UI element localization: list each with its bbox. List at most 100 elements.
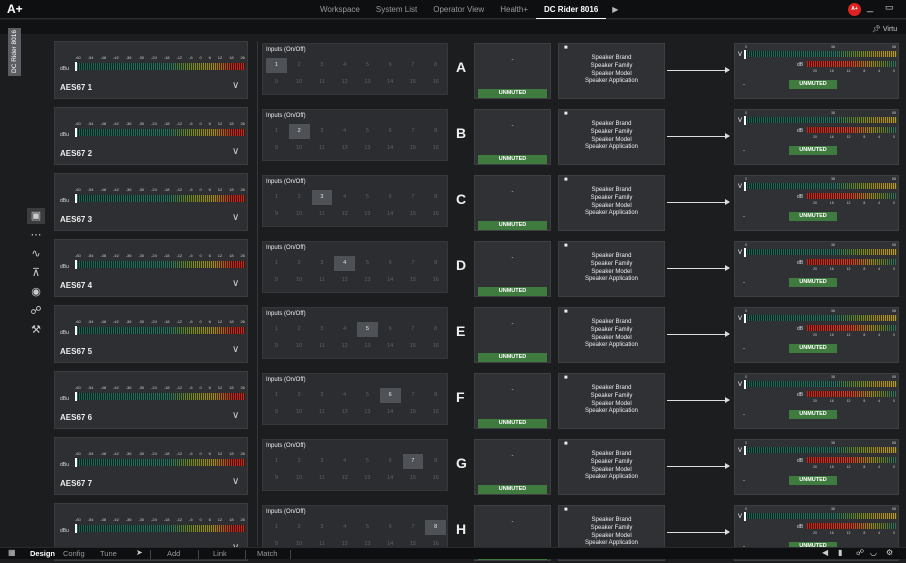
nav-workspace[interactable]: Workspace [312,0,368,19]
input-toggle[interactable]: 2 [289,58,310,73]
unmuted-button[interactable]: UNMUTED [478,353,547,362]
chevron-down-icon[interactable]: ∨ [232,278,239,289]
input-toggle[interactable]: 7 [403,322,424,337]
input-toggle[interactable]: 15 [403,207,424,222]
input-toggle[interactable]: 13 [357,207,378,222]
chevron-down-icon[interactable]: ∨ [232,344,239,355]
input-toggle[interactable]: 13 [357,141,378,156]
input-toggle[interactable]: 8 [425,256,446,271]
input-toggle[interactable]: 11 [312,405,333,420]
input-toggle[interactable]: 8 [425,388,446,403]
input-toggle[interactable]: 5 [357,388,378,403]
restore-button[interactable]: ▭ [885,2,894,13]
tab-config[interactable]: Config [63,549,85,558]
input-toggle[interactable]: 3 [312,124,333,139]
input-toggle[interactable]: 5 [357,454,378,469]
chevron-down-icon[interactable]: ∨ [232,410,239,421]
input-toggle[interactable]: 4 [334,520,355,535]
input-toggle[interactable]: 10 [289,207,310,222]
input-toggle[interactable]: 3 [312,388,333,403]
input-toggle[interactable]: 7 [403,388,424,403]
input-toggle[interactable]: 13 [357,405,378,420]
tab-tune[interactable]: Tune [100,549,117,558]
speaker-panel[interactable]: ■ Speaker Brand Speaker Family Speaker Mode… [558,439,665,495]
input-toggle[interactable]: 9 [266,273,287,288]
input-toggle[interactable]: 16 [425,471,446,486]
input-toggle[interactable]: 11 [312,141,333,156]
input-toggle[interactable]: 6 [380,454,401,469]
speaker-panel[interactable]: ■ Speaker Brand Speaker Family Speaker Mode… [558,43,665,99]
chevron-down-icon[interactable]: ∨ [232,146,239,157]
input-toggle[interactable]: 8 [425,520,446,535]
input-toggle[interactable]: 11 [312,471,333,486]
pointer-icon[interactable]: ➤ [136,548,143,557]
input-toggle[interactable]: 12 [334,471,355,486]
input-toggle[interactable]: 3 [312,520,333,535]
output-unmuted-button[interactable]: UNMUTED [789,410,837,419]
aes-input-panel[interactable]: -60 -54 -48 -42 -36 -30 -24 -18 -12 -6 0 6 12 18 26 dBu… [54,41,248,99]
input-toggle[interactable]: 2 [289,256,310,271]
input-toggle[interactable]: 15 [403,471,424,486]
input-toggle[interactable]: 9 [266,75,287,90]
input-toggle[interactable]: 11 [312,273,333,288]
minimize-button[interactable]: _ [867,1,873,13]
input-toggle[interactable]: 4 [334,454,355,469]
input-toggle[interactable]: 12 [334,75,355,90]
output-unmuted-button[interactable]: UNMUTED [789,476,837,485]
input-toggle[interactable]: 9 [266,471,287,486]
input-toggle[interactable]: 1 [266,124,287,139]
input-toggle[interactable]: 10 [289,141,310,156]
input-toggle[interactable]: 12 [334,405,355,420]
input-toggle[interactable]: 15 [403,75,424,90]
input-toggle[interactable]: 5 [357,190,378,205]
unmuted-button[interactable]: UNMUTED [478,221,547,230]
input-toggle[interactable]: 6 [379,388,401,403]
input-toggle[interactable]: 2 [289,322,310,337]
speaker-panel[interactable]: ■ Speaker Brand Speaker Family Speaker Mode… [558,109,665,165]
settings-icon[interactable]: ⚙ [886,548,893,557]
user-badge[interactable]: A+ [848,3,861,16]
input-toggle[interactable]: 13 [357,75,378,90]
network-icon[interactable]: ◡ [870,548,877,557]
input-toggle[interactable]: 8 [425,58,446,73]
input-toggle[interactable]: 1 [266,454,287,469]
input-toggle[interactable]: 10 [289,471,310,486]
input-toggle[interactable]: 10 [289,339,310,354]
input-toggle[interactable]: 16 [425,141,446,156]
chevron-down-icon[interactable]: ∨ [232,80,239,91]
output-unmuted-button[interactable]: UNMUTED [789,80,837,89]
input-toggle[interactable]: 16 [425,405,446,420]
aes-input-panel[interactable]: -60 -54 -48 -42 -36 -30 -24 -18 -12 -6 0 6 12 18 26 dBu… [54,305,248,363]
speaker-panel[interactable]: ■ Speaker Brand Speaker Family Speaker Mode… [558,175,665,231]
aes-input-panel[interactable]: -60 -54 -48 -42 -36 -30 -24 -18 -12 -6 0 6 12 18 26 dBu… [54,173,248,231]
input-toggle[interactable]: 15 [403,141,424,156]
input-toggle[interactable]: 12 [334,141,355,156]
chevron-down-icon[interactable]: ∨ [232,212,239,223]
input-toggle[interactable]: 3 [311,190,333,205]
input-toggle[interactable]: 10 [289,75,310,90]
aes-input-panel[interactable]: -60 -54 -48 -42 -36 -30 -24 -18 -12 -6 0 6 12 18 26 dBu… [54,107,248,165]
add-button[interactable]: Add [167,549,180,558]
input-toggle[interactable]: 15 [403,273,424,288]
input-toggle[interactable]: 1 [266,520,287,535]
input-toggle[interactable]: 10 [289,405,310,420]
input-toggle[interactable]: 14 [380,207,401,222]
input-toggle[interactable]: 9 [266,339,287,354]
input-toggle[interactable]: 1 [266,388,287,403]
input-toggle[interactable]: 2 [289,190,310,205]
speaker-panel[interactable]: ■ Speaker Brand Speaker Family Speaker Mode… [558,373,665,429]
virtual-toggle[interactable]: 📌︎ Virtu [872,25,897,33]
input-toggle[interactable]: 10 [289,273,310,288]
input-toggle[interactable]: 11 [312,207,333,222]
input-toggle[interactable]: 7 [403,520,424,535]
speaker-output-icon[interactable]: ◀ [822,548,828,557]
unmuted-button[interactable]: UNMUTED [478,287,547,296]
input-toggle[interactable]: 5 [357,124,378,139]
unmuted-button[interactable]: UNMUTED [478,419,547,428]
input-toggle[interactable]: 2 [289,454,310,469]
input-toggle[interactable]: 6 [380,322,401,337]
input-toggle[interactable]: 14 [380,273,401,288]
input-toggle[interactable]: 11 [312,75,333,90]
input-toggle[interactable]: 6 [380,58,401,73]
unmuted-button[interactable]: UNMUTED [478,155,547,164]
